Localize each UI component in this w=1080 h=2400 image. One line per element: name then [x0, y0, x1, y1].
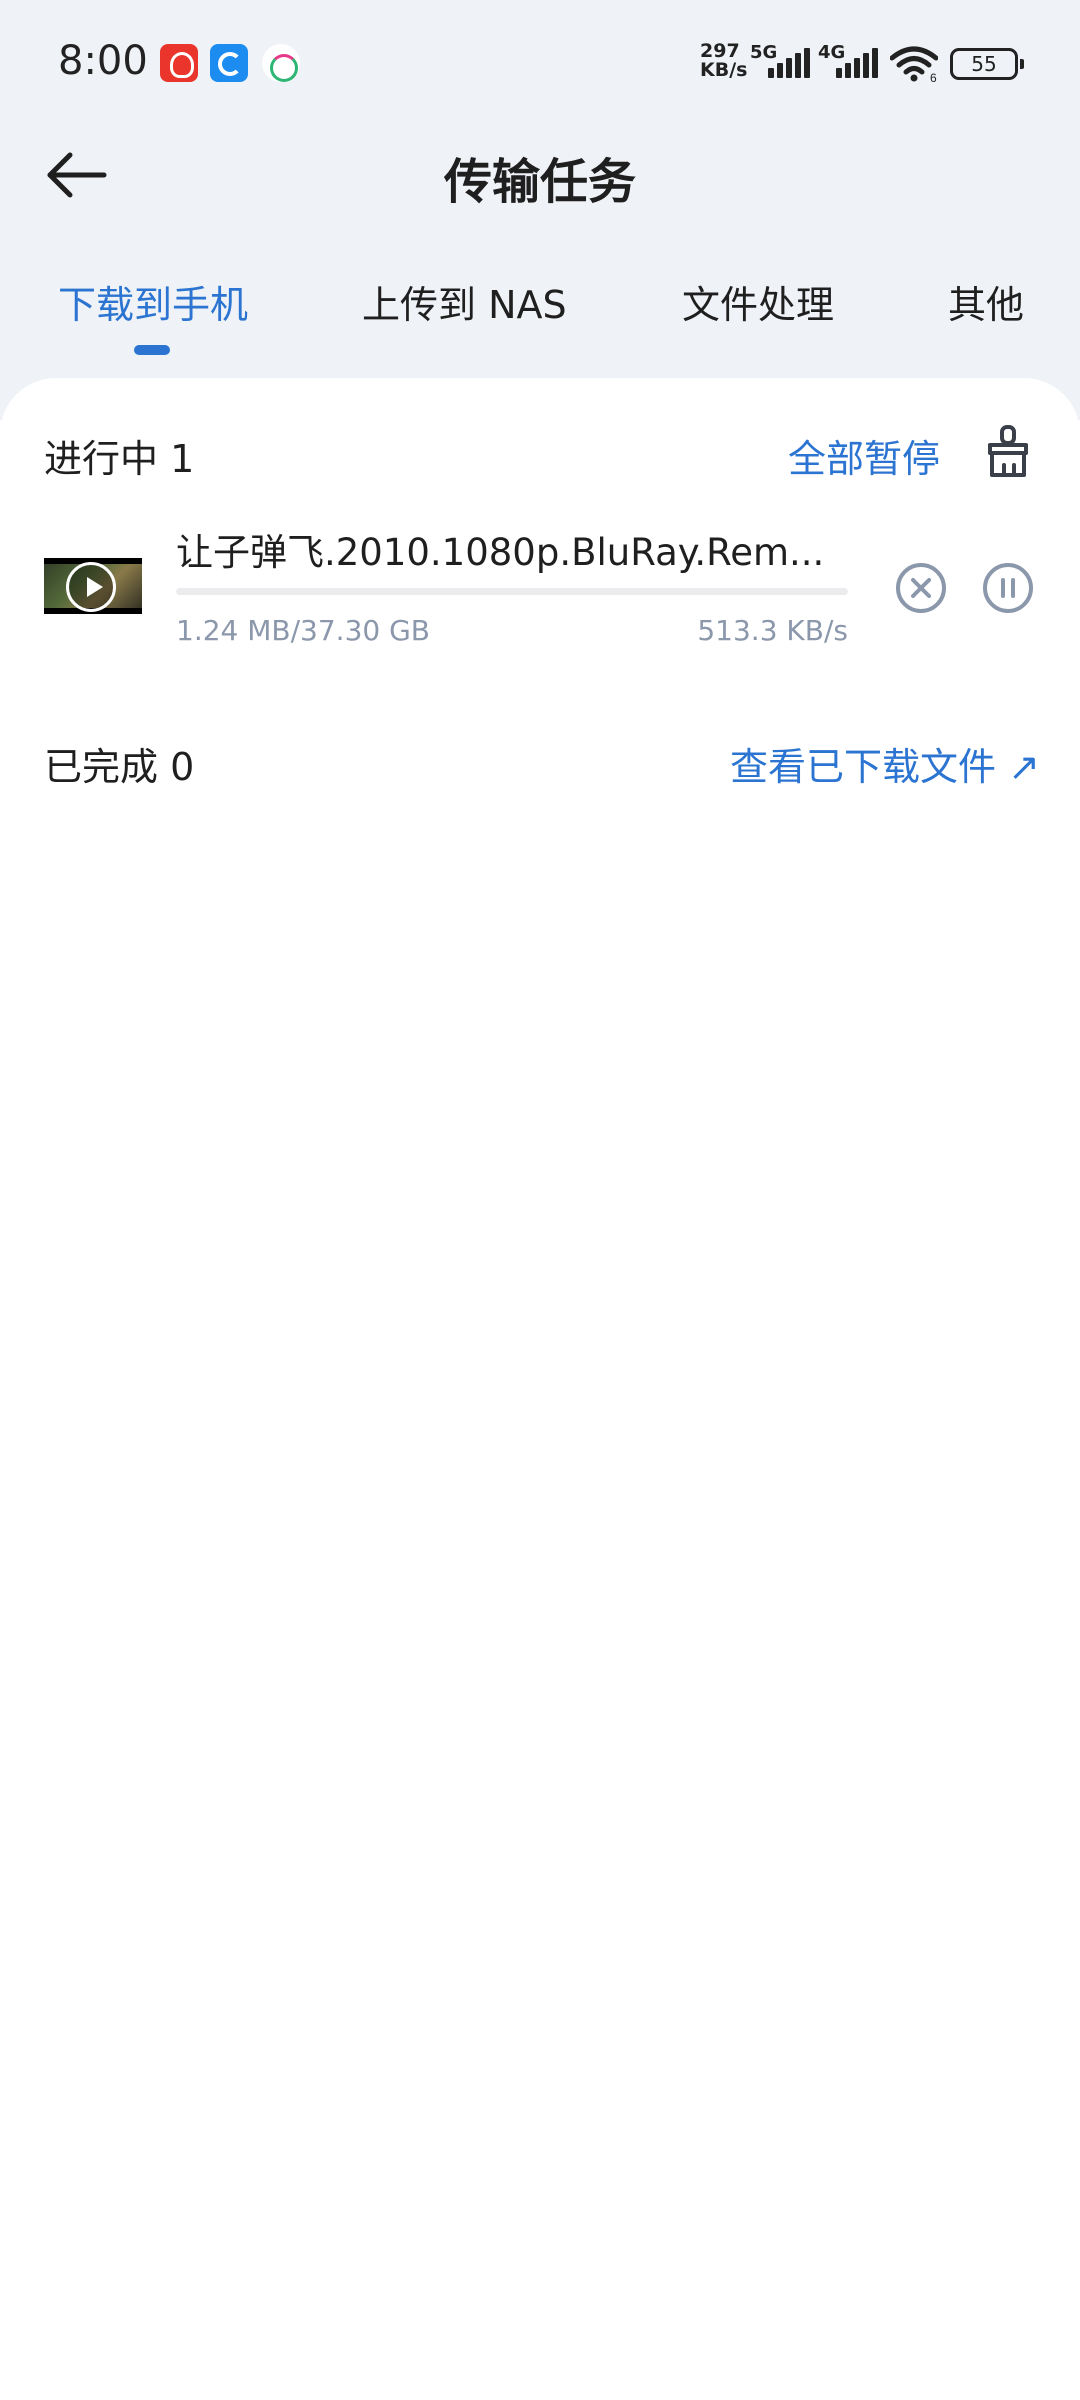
- cancel-task-button[interactable]: [895, 562, 947, 614]
- tab-upload-to-nas[interactable]: 上传到 NAS: [362, 274, 567, 329]
- browser-notification-icon: [210, 44, 248, 82]
- wifi-icon: 6: [890, 46, 938, 82]
- broom-icon[interactable]: [984, 425, 1032, 477]
- tab-file-processing[interactable]: 文件处理: [682, 274, 834, 329]
- network-speed: 297 KB/s: [700, 42, 747, 80]
- tab-other[interactable]: 其他: [948, 274, 1024, 329]
- active-tab-indicator: [134, 345, 170, 355]
- task-size: 1.24 MB/37.30 GB: [176, 614, 431, 647]
- task-filename: 让子弹飞.2010.1080p.BluRay.Rem...: [176, 531, 825, 574]
- carrier-notification-icon: [262, 44, 300, 82]
- sim2-signal-icon: [836, 48, 880, 78]
- content-card: [0, 378, 1080, 2358]
- wifi-slot-label: 6: [930, 71, 937, 82]
- battery-level: 55: [971, 52, 997, 76]
- tab-download-to-phone[interactable]: 下载到手机: [58, 274, 248, 329]
- app-notification-icon: [160, 44, 198, 82]
- status-time: 8:00: [58, 38, 148, 84]
- pause-task-button[interactable]: [982, 562, 1034, 614]
- completed-title: 已完成 0: [44, 745, 195, 789]
- task-progress-bar: [176, 588, 848, 595]
- network-speed-unit: KB/s: [700, 59, 748, 81]
- status-bar: 8:00 297 KB/s 5G 4G 6 55: [0, 0, 1080, 128]
- in-progress-title: 进行中 1: [44, 437, 195, 481]
- page-title: 传输任务: [443, 154, 636, 210]
- task-speed: 513.3 KB/s: [697, 614, 848, 647]
- play-icon: [66, 562, 116, 612]
- battery-icon: 55: [950, 48, 1024, 80]
- view-downloaded-files-link[interactable]: 查看已下载文件 ↗: [730, 736, 1040, 791]
- sim1-signal-icon: [768, 48, 812, 78]
- pause-all-button[interactable]: 全部暂停: [788, 428, 940, 483]
- video-thumbnail[interactable]: [44, 558, 142, 614]
